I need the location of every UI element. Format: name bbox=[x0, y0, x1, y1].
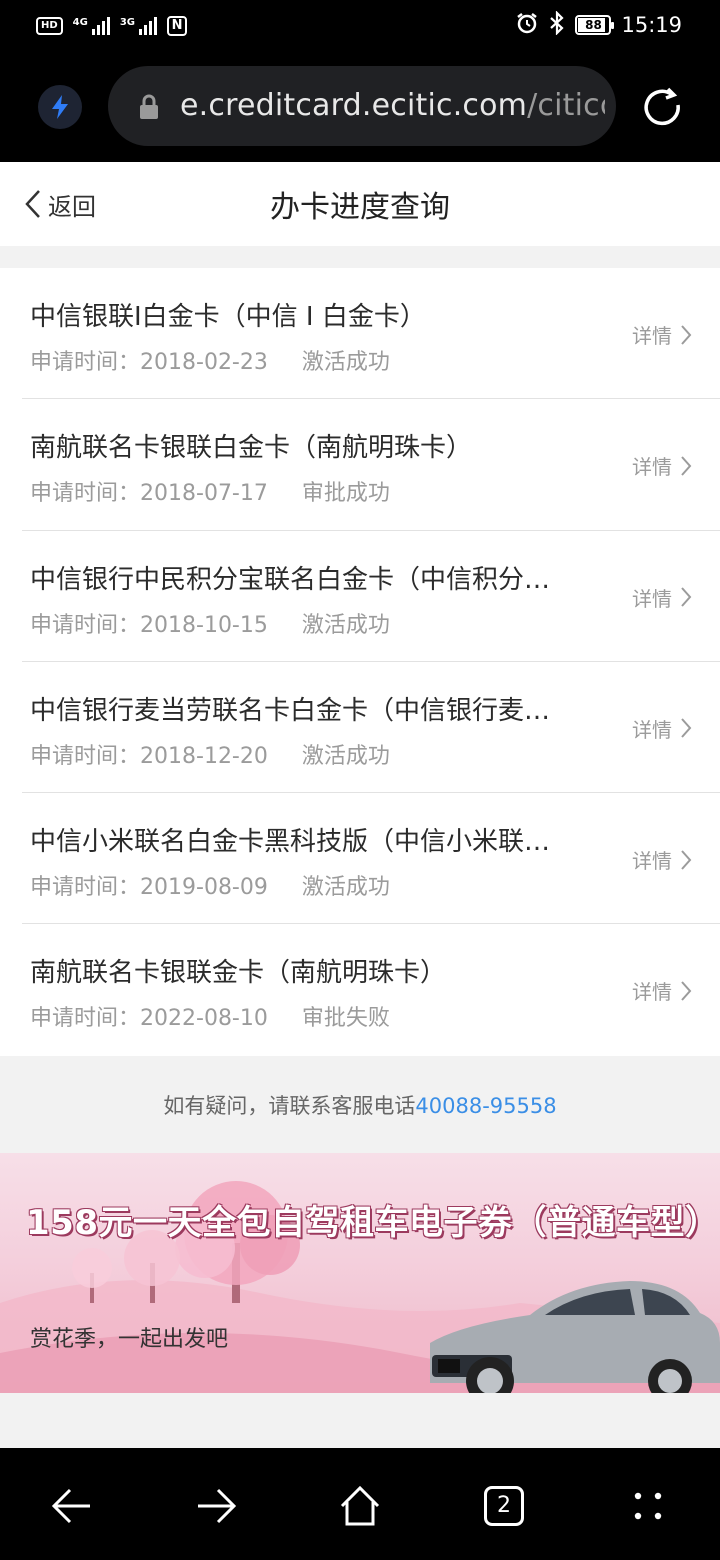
banner-headline: 158元一天全包自驾租车电子券（普通车型） bbox=[26, 1203, 720, 1243]
help-line: 如有疑问，请联系客服电话40088-95558 bbox=[163, 1094, 557, 1118]
application-meta: 申请时间：2022-08-10 审批失败 bbox=[30, 1006, 390, 1032]
status-text: 激活成功 bbox=[301, 743, 390, 769]
browser-nav-bar: 2 bbox=[0, 1448, 720, 1560]
card-name: 中信银行麦当劳联名卡白金卡（中信银行麦当劳联名卡） bbox=[30, 695, 575, 726]
lightning-icon[interactable] bbox=[38, 85, 82, 129]
more-menu-icon[interactable] bbox=[620, 1478, 676, 1534]
status-text: 审批成功 bbox=[301, 481, 390, 507]
detail-link[interactable]: 详情 bbox=[632, 845, 692, 874]
application-meta: 申请时间：2018-12-20 激活成功 bbox=[30, 743, 390, 769]
card-name: 中信银联I白金卡（中信 I 白金卡） bbox=[30, 302, 426, 332]
banner-illustration bbox=[0, 1181, 720, 1393]
list-item[interactable]: 中信小米联名白金卡黑科技版（中信小米联名卡） 申请时间：2019-08-09 激活… bbox=[22, 793, 720, 925]
battery-icon: 88 bbox=[575, 15, 615, 35]
page-title: 办卡进度查询 bbox=[270, 190, 450, 225]
application-meta: 申请时间：2018-07-17 审批成功 bbox=[30, 481, 390, 507]
status-text: 审批失败 bbox=[301, 1006, 390, 1032]
signal-sim2-icon: 3G bbox=[120, 17, 158, 35]
page-header: 返回 办卡进度查询 bbox=[0, 162, 720, 246]
detail-link[interactable]: 详情 bbox=[632, 451, 692, 480]
card-name: 中信小米联名白金卡黑科技版（中信小米联名卡） bbox=[30, 827, 575, 858]
forward-arrow-icon[interactable] bbox=[188, 1478, 244, 1534]
chevron-right-icon bbox=[681, 456, 692, 476]
status-bar: HD 4G 3G N 88 15:19 bbox=[0, 0, 720, 52]
tab-count: 2 bbox=[484, 1486, 524, 1526]
chevron-right-icon bbox=[681, 981, 692, 1001]
list-item[interactable]: 南航联名卡银联金卡（南航明珠卡） 申请时间：2022-08-10 审批失败 详情 bbox=[22, 924, 720, 1055]
chevron-right-icon bbox=[681, 850, 692, 870]
list-item[interactable]: 中信银联I白金卡（中信 I 白金卡） 申请时间：2018-02-23 激活成功 详… bbox=[22, 268, 720, 400]
alarm-icon bbox=[515, 11, 539, 40]
promo-banner[interactable]: 158元一天全包自驾租车电子券（普通车型） 赏花季，一起出发吧 bbox=[0, 1153, 720, 1393]
address-bar[interactable]: e.creditcard.ecitic.com/citicca bbox=[108, 66, 616, 146]
application-meta: 申请时间：2018-02-23 激活成功 bbox=[30, 350, 390, 375]
home-icon[interactable] bbox=[332, 1478, 388, 1534]
tabs-button[interactable]: 2 bbox=[476, 1478, 532, 1534]
card-name: 南航联名卡银联金卡（南航明珠卡） bbox=[30, 958, 447, 989]
card-name: 中信银行中民积分宝联名白金卡（中信积分宝联名白金卡） bbox=[30, 564, 575, 595]
status-text: 激活成功 bbox=[301, 612, 390, 638]
chevron-right-icon bbox=[681, 587, 692, 607]
page-footer-space bbox=[0, 1393, 720, 1448]
detail-link[interactable]: 详情 bbox=[632, 714, 692, 743]
banner-subline: 赏花季，一起出发吧 bbox=[30, 1327, 229, 1352]
nfc-icon: N bbox=[167, 16, 188, 36]
back-arrow-icon[interactable] bbox=[44, 1478, 100, 1534]
hd-indicator: HD bbox=[36, 17, 63, 35]
url-text: e.creditcard.ecitic.com/citicca bbox=[180, 88, 605, 123]
chevron-right-icon bbox=[681, 324, 692, 345]
detail-link[interactable]: 详情 bbox=[632, 320, 692, 349]
status-text: 激活成功 bbox=[301, 350, 390, 375]
clock: 15:19 bbox=[621, 13, 682, 37]
application-meta: 申请时间：2018-10-15 激活成功 bbox=[30, 612, 390, 638]
chevron-right-icon bbox=[681, 718, 692, 739]
list-item[interactable]: 中信银行麦当劳联名卡白金卡（中信银行麦当劳联名卡） 申请时间：2018-12-2… bbox=[22, 662, 720, 794]
list-item[interactable]: 中信银行中民积分宝联名白金卡（中信积分宝联名白金卡） 申请时间：2018-10-… bbox=[22, 531, 720, 662]
signal-sim1-icon: 4G bbox=[73, 17, 110, 35]
application-list: 中信银联I白金卡（中信 I 白金卡） 申请时间：2018-02-23 激活成功 详… bbox=[0, 268, 720, 1056]
browser-toolbar: e.creditcard.ecitic.com/citicca bbox=[0, 52, 720, 162]
bluetooth-icon bbox=[549, 9, 565, 40]
detail-link[interactable]: 详情 bbox=[632, 976, 692, 1005]
list-item[interactable]: 南航联名卡银联白金卡（南航明珠卡） 申请时间：2018-07-17 审批成功 详情 bbox=[22, 399, 720, 531]
detail-link[interactable]: 详情 bbox=[632, 583, 692, 612]
lock-icon bbox=[138, 94, 160, 124]
hotline-link[interactable]: 40088-95558 bbox=[415, 1094, 556, 1118]
card-name: 南航联名卡银联白金卡（南航明珠卡） bbox=[30, 433, 473, 464]
status-text: 激活成功 bbox=[301, 875, 390, 901]
application-meta: 申请时间：2019-08-09 激活成功 bbox=[30, 875, 390, 901]
reload-icon[interactable] bbox=[640, 85, 686, 135]
